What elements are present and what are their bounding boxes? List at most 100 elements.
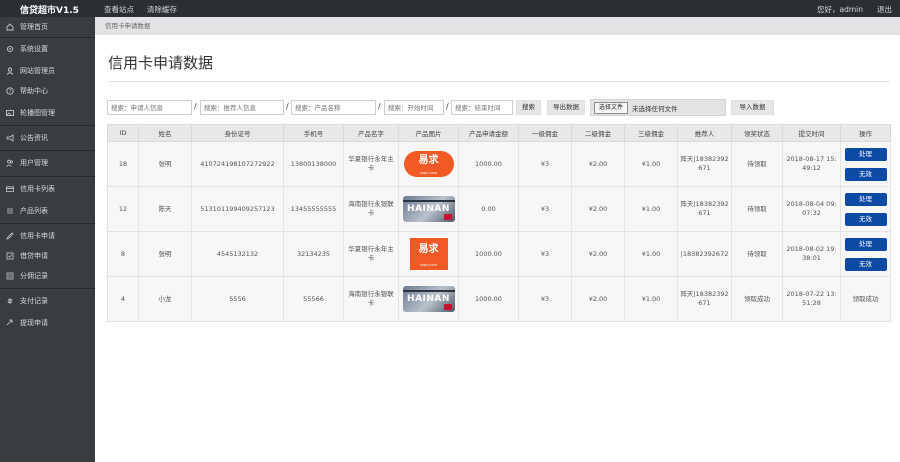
logout-link[interactable]: 退出 (877, 4, 892, 15)
cell-name: 陈天 (138, 186, 192, 232)
yiqiu-logo-image: 易求 yiqiu.com (409, 238, 448, 270)
process-button[interactable]: 处理 (844, 147, 887, 161)
cell-commission-2: ¥2.00 (571, 141, 625, 187)
end-time-input[interactable] (451, 100, 513, 115)
cell-actions: 处理 无效 (840, 141, 891, 187)
sidebar-item-credit-cards[interactable]: 信用卡列表 (0, 181, 95, 197)
clear-cache-link[interactable]: 清除缓存 (147, 4, 177, 15)
file-status-text: 未选择任何文件 (632, 105, 678, 113)
process-button[interactable]: 处理 (844, 237, 887, 251)
card-text: HAINAN (407, 204, 450, 214)
hainan-card-image: HAINAN (402, 196, 455, 222)
table-row: 12 陈天 513101199409257123 13455555555 海南银… (107, 186, 891, 232)
sidebar-divider (0, 37, 95, 38)
sidebar-item-label: 公告资讯 (20, 134, 48, 142)
loan-icon (6, 252, 14, 260)
sidebar-item-carousel[interactable]: 轮播图管理 (0, 105, 95, 121)
user-icon (6, 67, 14, 75)
cell-time: 2018-07-22 13:51:28 (782, 276, 841, 322)
column-header: 身份证号 (191, 124, 284, 142)
referrer-search-input[interactable] (200, 100, 284, 115)
column-header: 推荐人 (677, 124, 732, 142)
card-apply-icon (6, 232, 14, 240)
sidebar-item-label: 提现申请 (20, 319, 48, 327)
column-header: 三级佣金 (624, 124, 678, 142)
sidebar-item-products[interactable]: 产品列表 (0, 203, 95, 219)
cell-product-image: HAINAN (398, 276, 459, 322)
operation-status-text: 领取成功 (852, 294, 879, 303)
view-site-link[interactable]: 查看站点 (104, 4, 134, 15)
cell-product: 海南银行永银联卡 (343, 276, 399, 322)
cell-amount: 1000.00 (458, 141, 519, 187)
cell-commission-1: ¥3 (518, 276, 572, 322)
applications-table: ID 姓名 身份证号 手机号 产品名字 产品图片 产品申请金额 一级佣金 二级佣… (107, 124, 891, 322)
cell-amount: 1000.00 (458, 231, 519, 277)
table-row: 4 小龙 5556 55566 海南银行永银联卡 HAINAN 1000.00 … (107, 276, 891, 322)
table-header-row: ID 姓名 身份证号 手机号 产品名字 产品图片 产品申请金额 一级佣金 二级佣… (107, 124, 891, 142)
sidebar-item-users[interactable]: 用户管理 (0, 155, 95, 171)
applicant-search-input[interactable] (107, 100, 192, 115)
sidebar-item-help[interactable]: ? 帮助中心 (0, 83, 95, 99)
applications-table-wrap: ID 姓名 身份证号 手机号 产品名字 产品图片 产品申请金额 一级佣金 二级佣… (107, 124, 891, 322)
sidebar-item-admins[interactable]: 网站管理员 (0, 63, 95, 79)
start-time-input[interactable] (384, 100, 444, 115)
cell-commission-3: ¥1.00 (624, 141, 678, 187)
cell-commission-3: ¥1.00 (624, 186, 678, 232)
cell-id: 4 (107, 276, 139, 322)
cell-time: 2018-08-17 15:49:12 (782, 141, 841, 187)
column-header: 一级佣金 (518, 124, 572, 142)
cell-referrer: 阵天|18382392671 (677, 141, 732, 187)
export-button[interactable]: 导出数据 (547, 100, 585, 115)
sidebar-item-label: 产品列表 (20, 207, 48, 215)
search-button[interactable]: 搜索 (516, 100, 541, 115)
sidebar-divider (0, 125, 95, 126)
cell-commission-2: ¥2.00 (571, 276, 625, 322)
cell-commission-1: ¥3 (518, 141, 572, 187)
cell-commission-1: ¥3 (518, 231, 572, 277)
cell-commission-2: ¥2.00 (571, 231, 625, 277)
main-content: 信用卡申请数据 信用卡申请数据 / / / / 搜索 导出数据 选择文件 未选择… (95, 17, 900, 462)
page-title: 信用卡申请数据 (108, 54, 214, 72)
cell-phone: 13455555555 (283, 186, 344, 232)
sidebar-item-home[interactable]: 管理首页 (0, 19, 95, 35)
cell-idcard: 410724198107272922 (191, 141, 284, 187)
cell-name: 张明 (138, 231, 192, 277)
cell-product-image: 易求 yiqiu.com (398, 141, 459, 187)
unionpay-badge (443, 214, 452, 220)
bullhorn-icon (6, 134, 14, 142)
sidebar-item-withdrawals[interactable]: 提现申请 (0, 315, 95, 331)
column-header: 操作 (840, 124, 891, 142)
greeting-text: 您好，admin (817, 5, 863, 14)
cell-idcard: 513101199409257123 (191, 186, 284, 232)
sidebar-item-payments[interactable]: 支付记录 (0, 293, 95, 309)
import-button[interactable]: 导入数据 (731, 100, 774, 115)
cell-time: 2018-08-04 09:07:32 (782, 186, 841, 232)
sidebar-divider (0, 288, 95, 289)
brand-title: 信贷超市V1.5 (20, 6, 79, 16)
sidebar-item-system-settings[interactable]: 系统设置 (0, 41, 95, 57)
cell-phone: 55566 (283, 276, 344, 322)
sidebar: 管理首页 系统设置 网站管理员 ? 帮助中心 轮播图管理 公告资讯 用户管理 信… (0, 17, 95, 462)
cell-product-image: 易求 yiqiu.com (398, 231, 459, 277)
process-button[interactable]: 处理 (844, 192, 887, 206)
sidebar-divider (0, 223, 95, 224)
invalid-button[interactable]: 无效 (844, 167, 887, 181)
sidebar-item-loan-applications[interactable]: 借贷申请 (0, 248, 95, 264)
cell-status: 待领取 (731, 186, 783, 232)
product-search-input[interactable] (291, 100, 376, 115)
cell-referrer: 阵天|18382392671 (677, 276, 732, 322)
sidebar-item-announcements[interactable]: 公告资讯 (0, 130, 95, 146)
sidebar-item-label: 系统设置 (20, 45, 48, 53)
sidebar-item-label: 管理首页 (20, 23, 48, 31)
filter-separator: / (286, 102, 289, 111)
cell-actions: 领取成功 (840, 276, 891, 322)
table-row: 18 张明 410724198107272922 13800138000 华夏银… (107, 141, 891, 187)
invalid-button[interactable]: 无效 (844, 257, 887, 271)
invalid-button[interactable]: 无效 (844, 212, 887, 226)
column-header: 产品图片 (398, 124, 459, 142)
svg-text:?: ? (9, 89, 12, 95)
sidebar-item-label: 信用卡申请 (20, 232, 55, 240)
sidebar-item-commission[interactable]: 分佣记录 (0, 268, 95, 284)
sidebar-item-card-applications[interactable]: 信用卡申请 (0, 228, 95, 244)
choose-file-button[interactable]: 选择文件 (594, 102, 628, 114)
